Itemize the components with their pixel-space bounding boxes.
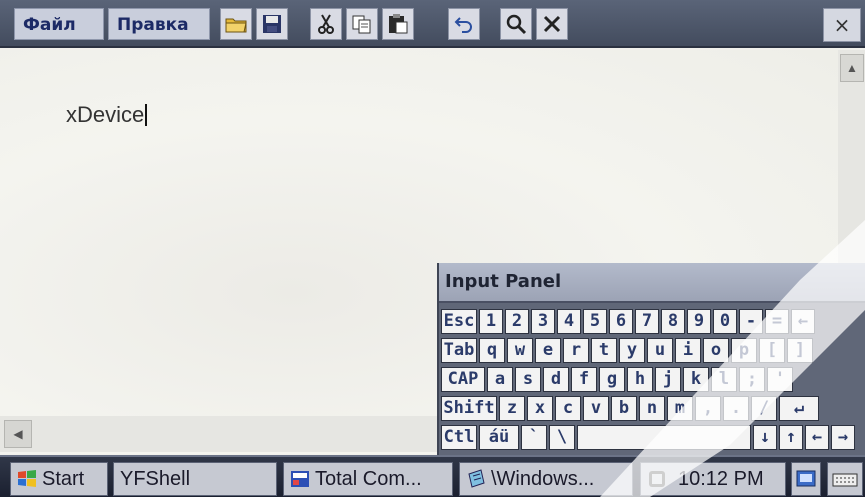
key-caps[interactable]: CAP: [441, 367, 485, 392]
key-right-bracket[interactable]: ]: [787, 338, 813, 363]
key-6[interactable]: 6: [609, 309, 633, 334]
key-backspace[interactable]: ←: [791, 309, 815, 334]
key-semicolon[interactable]: ;: [739, 367, 765, 392]
key-j[interactable]: j: [655, 367, 681, 392]
scroll-left-icon[interactable]: ◀: [4, 420, 32, 448]
key-3[interactable]: 3: [531, 309, 555, 334]
horizontal-scrollbar[interactable]: ◀: [0, 416, 440, 452]
key-5[interactable]: 5: [583, 309, 607, 334]
key-b[interactable]: b: [611, 396, 637, 421]
key-8[interactable]: 8: [661, 309, 685, 334]
key-t[interactable]: t: [591, 338, 617, 363]
key-backtick[interactable]: `: [521, 425, 547, 450]
key-o[interactable]: o: [703, 338, 729, 363]
taskbar-item-total-commander[interactable]: Total Com...: [283, 462, 453, 496]
system-tray[interactable]: 10:12 PM: [640, 462, 786, 496]
delete-icon[interactable]: [536, 8, 568, 40]
key-4[interactable]: 4: [557, 309, 581, 334]
taskbar-item-yfshell[interactable]: YFShell: [113, 462, 277, 496]
key-m[interactable]: m: [667, 396, 693, 421]
key-enter[interactable]: ↵: [779, 396, 819, 421]
key-r[interactable]: r: [563, 338, 589, 363]
key-minus[interactable]: -: [739, 309, 763, 334]
key-esc[interactable]: Esc: [441, 309, 477, 334]
start-label: Start: [42, 468, 85, 490]
cut-icon[interactable]: [310, 8, 342, 40]
key-apostrophe[interactable]: ': [767, 367, 793, 392]
key-c[interactable]: c: [555, 396, 581, 421]
key-0[interactable]: 0: [713, 309, 737, 334]
find-icon[interactable]: [500, 8, 532, 40]
key-f[interactable]: f: [571, 367, 597, 392]
open-folder-icon[interactable]: [220, 8, 252, 40]
copy-icon[interactable]: [346, 8, 378, 40]
key-9[interactable]: 9: [687, 309, 711, 334]
input-panel: Input Panel Esc 1 2 3 4 5 6 7 8 9 0 - = …: [437, 263, 865, 455]
key-comma[interactable]: ,: [695, 396, 721, 421]
key-w[interactable]: w: [507, 338, 533, 363]
windows-flag-icon: [18, 470, 36, 487]
key-2[interactable]: 2: [505, 309, 529, 334]
editor-text: xDevice: [66, 102, 145, 127]
input-panel-title: Input Panel: [445, 271, 562, 292]
start-button[interactable]: Start: [10, 462, 108, 496]
key-p[interactable]: p: [731, 338, 757, 363]
key-i[interactable]: i: [675, 338, 701, 363]
key-s[interactable]: s: [515, 367, 541, 392]
show-desktop-icon[interactable]: [791, 462, 821, 496]
menu-edit[interactable]: Правка: [108, 8, 210, 40]
key-left-bracket[interactable]: [: [759, 338, 785, 363]
key-7[interactable]: 7: [635, 309, 659, 334]
taskbar-item-label: \Windows...: [491, 468, 595, 490]
device-screen: Файл Правка × xDevice ▲ ◀ Input Panel Es…: [0, 0, 865, 497]
undo-icon[interactable]: [448, 8, 480, 40]
key-x[interactable]: x: [527, 396, 553, 421]
key-arrow-down[interactable]: ↓: [753, 425, 777, 450]
network-icon: [649, 471, 665, 487]
close-button[interactable]: ×: [823, 8, 861, 42]
text-caret: [145, 104, 148, 126]
key-arrow-right[interactable]: →: [831, 425, 855, 450]
key-d[interactable]: d: [543, 367, 569, 392]
save-icon[interactable]: [256, 8, 288, 40]
key-e[interactable]: e: [535, 338, 561, 363]
key-ctrl[interactable]: Ctl: [441, 425, 477, 450]
menu-file[interactable]: Файл: [14, 8, 104, 40]
key-y[interactable]: y: [619, 338, 645, 363]
key-shift[interactable]: Shift: [441, 396, 497, 421]
key-slash[interactable]: /: [751, 396, 777, 421]
key-arrow-left[interactable]: ←: [805, 425, 829, 450]
key-v[interactable]: v: [583, 396, 609, 421]
key-n[interactable]: n: [639, 396, 665, 421]
key-arrow-up[interactable]: ↑: [779, 425, 803, 450]
key-period[interactable]: .: [723, 396, 749, 421]
key-z[interactable]: z: [499, 396, 525, 421]
key-g[interactable]: g: [599, 367, 625, 392]
key-l[interactable]: l: [711, 367, 737, 392]
key-equals[interactable]: =: [765, 309, 789, 334]
key-1[interactable]: 1: [479, 309, 503, 334]
clock: 10:12 PM: [678, 467, 764, 490]
key-accents[interactable]: áü: [479, 425, 519, 450]
notepad-icon: [468, 469, 485, 488]
taskbar-item-label: Total Com...: [315, 468, 422, 490]
key-h[interactable]: h: [627, 367, 653, 392]
taskbar-item-windows[interactable]: \Windows...: [459, 462, 633, 496]
key-u[interactable]: u: [647, 338, 673, 363]
editor-content: xDevice: [66, 102, 148, 128]
input-panel-title-bar[interactable]: Input Panel: [439, 263, 865, 303]
taskbar-item-label: YFShell: [120, 468, 191, 490]
key-space[interactable]: [577, 425, 751, 450]
total-commander-icon: [291, 471, 309, 487]
key-q[interactable]: q: [479, 338, 505, 363]
key-k[interactable]: k: [683, 367, 709, 392]
key-backslash[interactable]: \: [549, 425, 575, 450]
scroll-up-icon[interactable]: ▲: [840, 54, 864, 82]
menu-bar: Файл Правка ×: [0, 0, 865, 48]
paste-icon[interactable]: [382, 8, 414, 40]
keyboard-icon[interactable]: [827, 462, 863, 496]
key-tab[interactable]: Tab: [441, 338, 477, 363]
taskbar: Start YFShell Total Com... \Windows... 1…: [0, 455, 865, 497]
key-a[interactable]: a: [487, 367, 513, 392]
